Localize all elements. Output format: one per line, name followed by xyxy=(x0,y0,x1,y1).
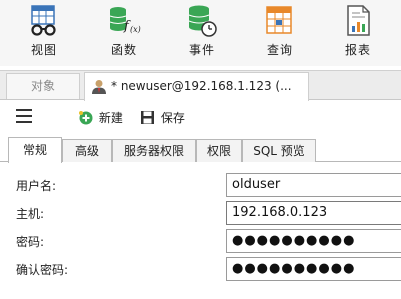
save-button-label: 保存 xyxy=(160,111,185,125)
new-button[interactable]: 新建 xyxy=(78,109,123,127)
toolbar-function-label: 函数 xyxy=(110,43,137,57)
main-toolbar: 视图 f (x) 函数 事件 查询 报表 xyxy=(0,0,401,66)
subtab-advanced[interactable]: 高级 xyxy=(62,139,112,162)
toolbar-query-label: 查询 xyxy=(266,43,293,57)
toolbar-function-button[interactable]: f (x) 函数 xyxy=(94,4,154,64)
subtab-general[interactable]: 常规 xyxy=(8,137,62,163)
editor-action-bar: 新建 保存 xyxy=(0,101,401,133)
host-row: 主机: 192.168.0.123 xyxy=(0,199,401,226)
password-row: 密码: ●●●●●●●●●● xyxy=(0,227,401,254)
subtab-sql-preview[interactable]: SQL 预览 xyxy=(242,139,316,162)
new-button-label: 新建 xyxy=(98,111,123,125)
confirm-password-field[interactable]: ●●●●●●●●●● xyxy=(226,257,401,281)
tab-new-user[interactable]: * newuser@192.168.1.123 (... xyxy=(84,72,309,101)
username-label: 用户名: xyxy=(16,179,57,193)
toolbar-event-label: 事件 xyxy=(188,43,215,57)
toolbar-report-button[interactable]: 报表 xyxy=(328,4,388,64)
report-chart-icon xyxy=(347,5,370,36)
general-form: 用户名: olduser 主机: 192.168.0.123 密码: ●●●●●… xyxy=(0,163,401,299)
tab-new-user-label: * newuser@192.168.1.123 (... xyxy=(111,79,292,93)
username-field[interactable]: olduser xyxy=(226,173,401,197)
function-database-icon: f (x) xyxy=(109,7,141,34)
toolbar-view-label: 视图 xyxy=(30,43,57,57)
add-icon xyxy=(79,111,93,125)
toolbar-report-label: 报表 xyxy=(344,43,371,57)
confirm-password-row: 确认密码: ●●●●●●●●●● xyxy=(0,255,401,282)
toolbar-query-button[interactable]: 查询 xyxy=(250,4,310,64)
toolbar-view-button[interactable]: 视图 xyxy=(14,4,74,64)
user-icon xyxy=(92,80,106,94)
subtab-privileges[interactable]: 权限 xyxy=(196,139,242,162)
confirm-password-label: 确认密码: xyxy=(16,263,69,277)
menu-icon[interactable] xyxy=(16,109,32,123)
toolbar-event-button[interactable]: 事件 xyxy=(172,4,232,64)
tab-objects[interactable]: 对象 xyxy=(6,73,80,99)
save-button[interactable]: 保存 xyxy=(140,109,185,127)
subtab-server-privileges[interactable]: 服务器权限 xyxy=(112,139,196,162)
event-database-clock-icon xyxy=(188,5,217,37)
document-tab-strip: 对象 * newuser@192.168.1.123 (... xyxy=(0,70,401,101)
user-editor-subtabs: 常规 高级 服务器权限 权限 SQL 预览 xyxy=(0,137,401,163)
password-label: 密码: xyxy=(16,235,45,249)
host-field[interactable]: 192.168.0.123 xyxy=(226,201,401,225)
host-label: 主机: xyxy=(16,207,45,221)
save-disk-icon xyxy=(141,111,154,124)
password-field[interactable]: ●●●●●●●●●● xyxy=(226,229,401,253)
username-row: 用户名: olduser xyxy=(0,171,401,198)
svg-text:(x): (x) xyxy=(130,25,141,34)
query-table-icon xyxy=(266,6,292,34)
view-table-glasses-icon xyxy=(31,5,56,36)
